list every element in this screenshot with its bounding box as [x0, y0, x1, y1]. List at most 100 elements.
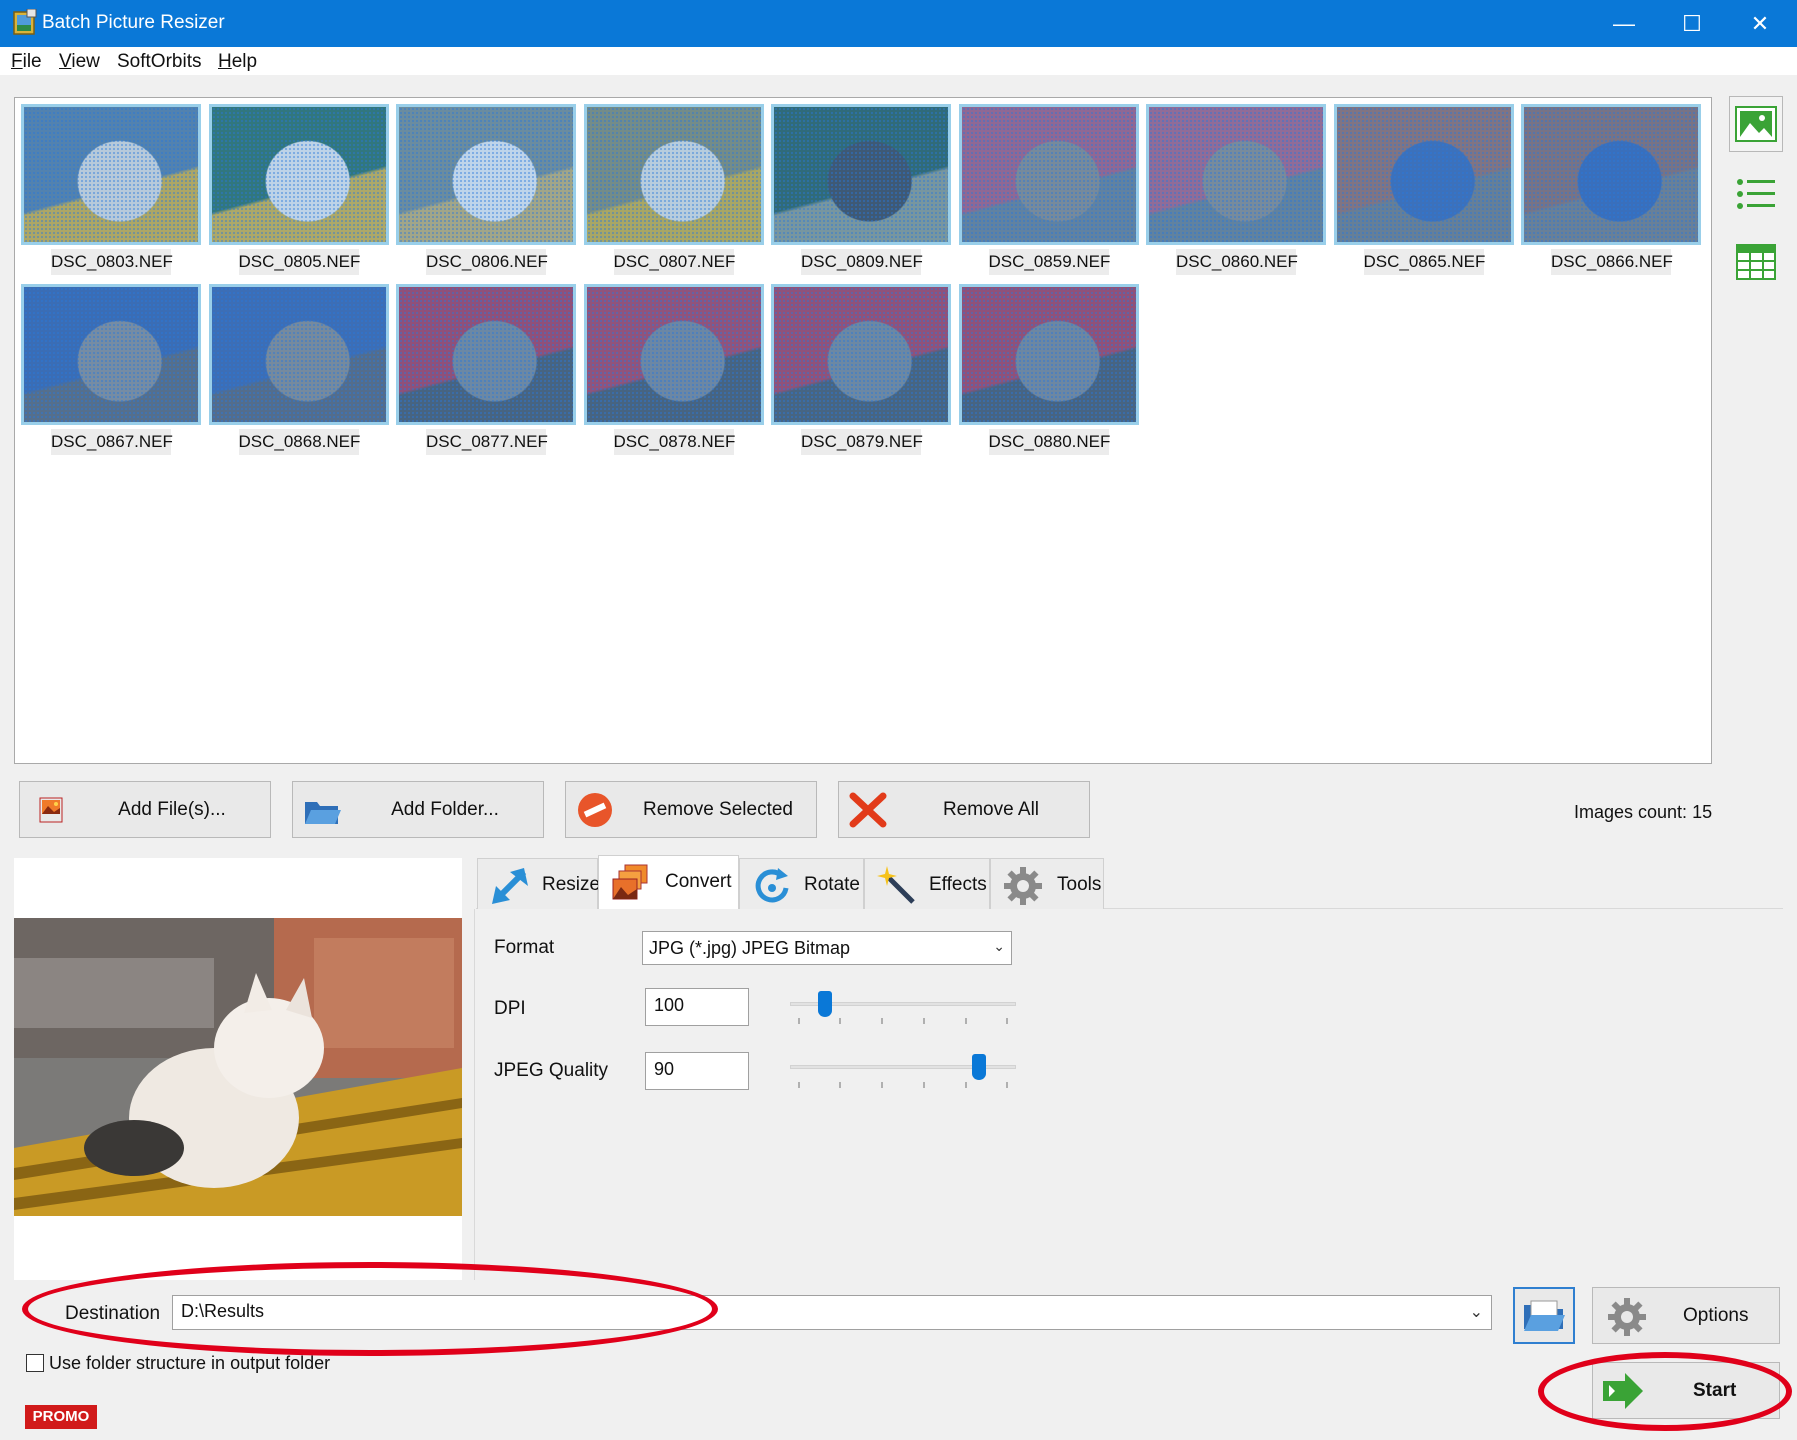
- jpeg-quality-input[interactable]: 90: [645, 1052, 749, 1090]
- folder-icon: [305, 802, 341, 824]
- image-tile[interactable]: DSC_0805.NEF: [208, 101, 389, 275]
- promo-badge[interactable]: PROMO: [25, 1405, 97, 1429]
- image-thumbnail[interactable]: [958, 104, 1139, 245]
- image-tile[interactable]: DSC_0879.NEF: [771, 281, 951, 455]
- images-count: Images count: 15: [1574, 802, 1713, 822]
- add-files-button[interactable]: Add File(s)...: [19, 781, 271, 838]
- thumbnail-view-button[interactable]: [1729, 96, 1783, 152]
- image-thumbnail[interactable]: [583, 104, 764, 245]
- selection-overlay: [774, 287, 948, 422]
- image-thumbnail[interactable]: [396, 104, 576, 245]
- destination-value: D:\Results: [181, 1301, 265, 1321]
- tab-convert[interactable]: Convert: [598, 855, 739, 909]
- chevron-down-icon[interactable]: ⌄: [1470, 1302, 1483, 1322]
- image-tile[interactable]: DSC_0803.NEF: [21, 101, 201, 275]
- image-thumbnail[interactable]: [1333, 104, 1514, 245]
- app-icon: [13, 9, 37, 35]
- tab-resize[interactable]: Resize: [477, 858, 600, 909]
- convert-images-icon: [612, 864, 648, 900]
- image-filename: DSC_0806.NEF: [426, 249, 548, 275]
- image-tile[interactable]: DSC_0878.NEF: [583, 281, 764, 455]
- image-tile[interactable]: DSC_0809.NEF: [771, 101, 951, 275]
- image-thumbnail[interactable]: [771, 104, 951, 245]
- image-tile[interactable]: DSC_0867.NEF: [21, 281, 201, 455]
- image-tile[interactable]: DSC_0868.NEF: [208, 281, 389, 455]
- image-filename: DSC_0866.NEF: [1551, 249, 1673, 275]
- image-tile[interactable]: DSC_0860.NEF: [1146, 101, 1326, 275]
- remove-all-button[interactable]: Remove All: [838, 781, 1090, 838]
- close-button[interactable]: ✕: [1727, 0, 1793, 47]
- image-filename: DSC_0859.NEF: [988, 249, 1110, 275]
- browse-folder-button[interactable]: [1513, 1287, 1575, 1344]
- quality-slider-ticks: [798, 1082, 1008, 1088]
- quality-slider-thumb[interactable]: [971, 1054, 986, 1080]
- jpeg-quality-label: JPEG Quality: [494, 1060, 609, 1081]
- image-gallery[interactable]: DSC_0803.NEF DSC_0805.NEF DSC_0806.NEF DSC_…: [14, 97, 1712, 764]
- selection-overlay: [1336, 107, 1511, 242]
- selection-overlay: [961, 107, 1136, 242]
- image-filename: DSC_0865.NEF: [1363, 249, 1485, 275]
- selection-overlay: [586, 107, 761, 242]
- dpi-slider-thumb[interactable]: [818, 991, 833, 1017]
- image-tile[interactable]: DSC_0880.NEF: [958, 281, 1139, 455]
- image-filename: DSC_0879.NEF: [801, 429, 923, 455]
- image-thumbnail[interactable]: [1146, 104, 1326, 245]
- image-tile[interactable]: DSC_0807.NEF: [583, 101, 764, 275]
- image-filename: DSC_0860.NEF: [1176, 249, 1298, 275]
- dpi-input[interactable]: 100: [645, 988, 749, 1026]
- selection-overlay: [1524, 107, 1698, 242]
- tab-tools[interactable]: Tools: [990, 858, 1104, 909]
- selection-overlay: [774, 107, 948, 242]
- tab-rotate[interactable]: Rotate: [739, 858, 864, 909]
- options-button[interactable]: Options: [1592, 1287, 1780, 1344]
- image-thumbnail[interactable]: [958, 284, 1139, 425]
- list-view-button[interactable]: [1729, 166, 1783, 222]
- image-filename: DSC_0868.NEF: [238, 429, 360, 455]
- selection-overlay: [211, 107, 386, 242]
- image-tile[interactable]: DSC_0865.NEF: [1333, 101, 1514, 275]
- magic-wand-icon: [877, 866, 915, 904]
- image-thumbnail[interactable]: [208, 284, 389, 425]
- image-filename: DSC_0803.NEF: [51, 249, 173, 275]
- destination-combobox[interactable]: D:\Results ⌄: [172, 1295, 1492, 1330]
- minimize-button[interactable]: —: [1591, 0, 1657, 47]
- menu-softorbits[interactable]: SoftOrbits: [117, 51, 201, 73]
- image-tile[interactable]: DSC_0877.NEF: [396, 281, 576, 455]
- image-thumbnail[interactable]: [1521, 104, 1701, 245]
- format-select[interactable]: JPG (*.jpg) JPEG Bitmap ⌄: [642, 931, 1012, 965]
- start-arrow-icon: [1603, 1373, 1643, 1409]
- image-tile[interactable]: DSC_0866.NEF: [1521, 101, 1701, 275]
- image-thumbnail[interactable]: [21, 104, 201, 245]
- dpi-slider-ticks: [798, 1018, 1008, 1024]
- image-thumbnail[interactable]: [771, 284, 951, 425]
- selection-overlay: [1149, 107, 1323, 242]
- tab-tools-label: Tools: [1057, 874, 1102, 895]
- use-folder-structure-checkbox[interactable]: [26, 1354, 44, 1372]
- selection-overlay: [961, 287, 1136, 422]
- add-image-icon: [39, 797, 63, 823]
- menu-file[interactable]: File: [11, 51, 42, 73]
- image-thumbnail[interactable]: [396, 284, 576, 425]
- maximize-button[interactable]: ☐: [1659, 0, 1725, 47]
- image-thumbnail[interactable]: [208, 104, 389, 245]
- image-thumbnail[interactable]: [583, 284, 764, 425]
- image-tile[interactable]: DSC_0859.NEF: [958, 101, 1139, 275]
- start-button[interactable]: Start: [1592, 1362, 1780, 1419]
- image-tile[interactable]: DSC_0806.NEF: [396, 101, 576, 275]
- close-icon: ✕: [1750, 10, 1770, 36]
- remove-all-label: Remove All: [942, 799, 1040, 820]
- menu-view[interactable]: View: [59, 51, 100, 73]
- remove-selected-button[interactable]: Remove Selected: [565, 781, 817, 838]
- rotate-icon: [755, 868, 789, 903]
- gear-icon: [1608, 1298, 1646, 1336]
- table-view-button[interactable]: [1729, 234, 1783, 290]
- destination-label: Destination: [65, 1303, 161, 1324]
- selection-overlay: [24, 107, 198, 242]
- image-filename: DSC_0809.NEF: [801, 249, 923, 275]
- add-folder-button[interactable]: Add Folder...: [292, 781, 544, 838]
- tab-effects[interactable]: Effects: [864, 858, 990, 909]
- thumbnail-view-icon: [1735, 106, 1777, 142]
- preview-image: [14, 918, 462, 1216]
- menu-help[interactable]: Help: [218, 51, 257, 73]
- image-thumbnail[interactable]: [21, 284, 201, 425]
